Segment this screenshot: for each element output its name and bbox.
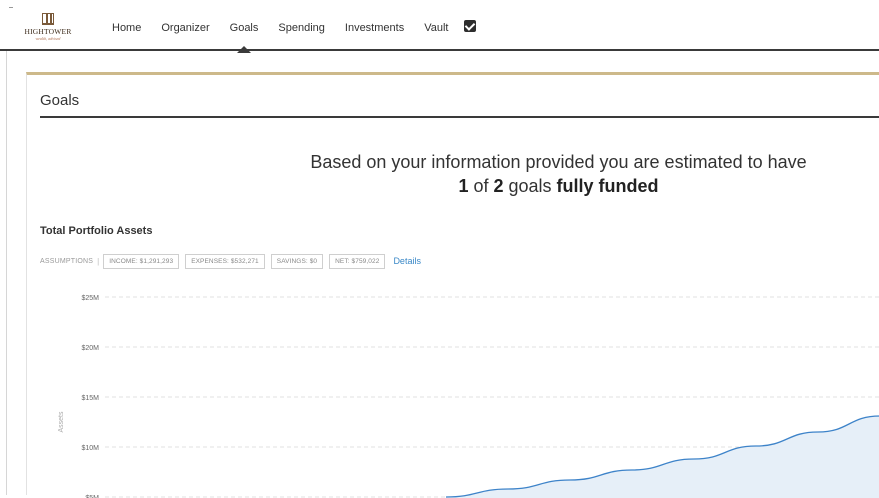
y-tick-label: $15M [81,395,99,402]
checkbox-checked-icon[interactable] [464,19,477,32]
summary-funding: 1 of 2 goals fully funded [458,176,658,196]
nav-item-spending[interactable]: Spending [278,0,325,51]
goals-card: Goals Based on your information provided… [26,72,879,498]
goals-text: goals [503,176,557,196]
logo-name: HIGHTOWER [24,27,72,36]
assumptions-label: ASSUMPTIONS [40,257,94,265]
portfolio-assets-chart: $25M$20M$15M$10M$5MAssets [27,280,879,498]
series-area [446,416,879,498]
net-chip: NET: $759,022 [329,253,386,269]
chart-svg: $25M$20M$15M$10M$5MAssets [58,295,879,498]
savings-chip: SAVINGS: $0 [270,253,324,269]
logo-tagline: wealth, advised [35,36,61,41]
nav-item-goals[interactable]: Goals [230,0,258,53]
page-left-border [6,51,7,495]
page-title: Goals [40,92,80,109]
expenses-chip: EXPENSES: $532,271 [185,253,265,269]
income-chip: INCOME: $1,291,293 [103,253,180,269]
window-mark [9,7,13,8]
y-tick-label: $25M [81,295,99,302]
summary-line-2: 1 of 2 goals fully funded [27,174,879,198]
title-divider [40,116,879,118]
nav-item-home[interactable]: Home [112,0,141,51]
funded-status: fully funded [556,176,659,196]
assumptions-separator: | [97,256,100,266]
total-goals: 2 [493,176,504,196]
y-tick-label: $10M [81,445,99,452]
logo-emblem-icon [42,13,54,25]
summary-line-1: Based on your information provided you a… [27,150,879,174]
main-nav: Home Organizer Goals Spending Investment… [112,0,477,53]
details-link[interactable]: Details [393,256,421,266]
hightower-logo[interactable]: HIGHTOWER wealth, advised [19,13,77,47]
nav-item-vault[interactable]: Vault [424,0,448,51]
y-tick-label: $20M [81,345,99,352]
nav-item-investments[interactable]: Investments [345,0,404,51]
top-navigation-bar: HIGHTOWER wealth, advised Home Organizer… [0,0,879,53]
section-title: Total Portfolio Assets [40,225,153,237]
assumptions-bar: ASSUMPTIONS | INCOME: $1,291,293 EXPENSE… [40,252,421,270]
summary-text: Based on your information provided you a… [310,152,807,172]
of-text: of [468,176,494,196]
nav-item-organizer[interactable]: Organizer [161,0,209,51]
funded-count: 1 [458,176,469,196]
y-axis-label: Assets [58,411,65,433]
